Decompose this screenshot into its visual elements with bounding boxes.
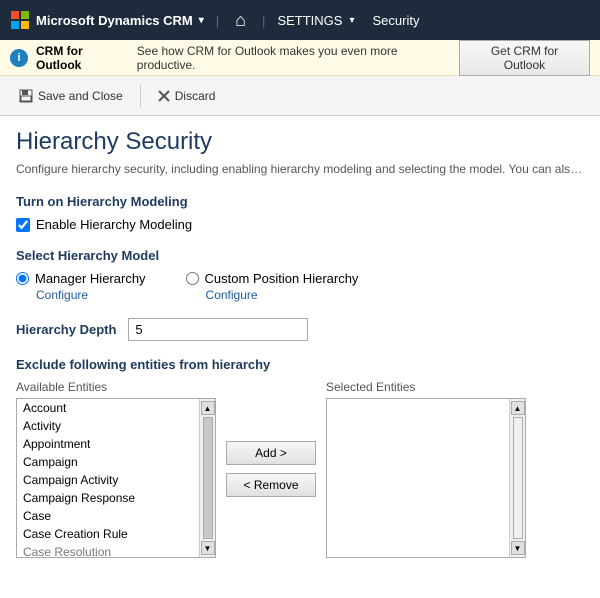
discard-button[interactable]: Discard [147,84,227,108]
selected-scrollbar[interactable]: ▲ ▼ [509,399,525,557]
selected-entities-listbox[interactable]: ▲ ▼ [326,398,526,558]
selected-entities-container: Selected Entities ▲ ▼ [326,380,526,558]
manager-hierarchy-option: Manager Hierarchy Configure [16,271,146,302]
nav-settings[interactable]: SETTINGS ▾ [277,13,354,28]
transfer-buttons: Add > < Remove [226,441,316,497]
manager-hierarchy-label[interactable]: Manager Hierarchy [35,271,146,286]
info-description: See how CRM for Outlook makes you even m… [137,44,451,72]
custom-position-configure-link[interactable]: Configure [206,288,359,302]
page-description: Configure hierarchy security, including … [16,162,584,176]
discard-label: Discard [175,89,216,103]
scroll-up-arrow[interactable]: ▲ [201,401,215,415]
custom-position-label[interactable]: Custom Position Hierarchy [205,271,359,286]
hierarchy-model-title: Select Hierarchy Model [16,248,584,263]
available-scrollbar[interactable]: ▲ ▼ [199,399,215,557]
toolbar: Save and Close Discard [0,76,600,116]
main-content: Hierarchy Security Configure hierarchy s… [0,116,600,570]
selected-scroll-up-arrow[interactable]: ▲ [511,401,525,415]
scroll-down-arrow[interactable]: ▼ [201,541,215,555]
available-entities-list: Account Activity Appointment Campaign Ca… [17,399,199,558]
list-item[interactable]: Case Creation Rule [17,525,199,543]
list-item[interactable]: Activity [17,417,199,435]
manager-hierarchy-row: Manager Hierarchy [16,271,146,286]
remove-button[interactable]: < Remove [226,473,316,497]
save-close-label: Save and Close [38,89,123,103]
nav-settings-chevron: ▾ [349,15,354,26]
list-item[interactable]: Account [17,399,199,417]
list-item[interactable]: Case Resolution [17,543,199,558]
entity-section: Exclude following entities from hierarch… [16,357,584,558]
nav-separator-2: | [262,13,265,28]
available-entities-container: Available Entities Account Activity Appo… [16,380,216,558]
nav-logo[interactable]: Microsoft Dynamics CRM ▾ [10,10,204,30]
selected-scroll-thumb [513,417,523,539]
save-close-button[interactable]: Save and Close [8,84,134,108]
nav-logo-text: Microsoft Dynamics CRM [36,13,193,28]
page-title: Hierarchy Security [16,128,584,156]
list-item[interactable]: Campaign [17,453,199,471]
top-nav: Microsoft Dynamics CRM ▾ | ⌂ | SETTINGS … [0,0,600,40]
manager-hierarchy-radio[interactable] [16,272,29,285]
hierarchy-model-radio-group: Manager Hierarchy Configure Custom Posit… [16,271,584,302]
nav-separator-1: | [216,13,219,28]
nav-home-icon[interactable]: ⌂ [231,10,250,31]
info-bar: i CRM for Outlook See how CRM for Outloo… [0,40,600,76]
toolbar-divider [140,84,141,108]
entity-section-title: Exclude following entities from hierarch… [16,357,584,372]
enable-hierarchy-checkbox[interactable] [16,218,30,232]
hierarchy-modeling-section: Turn on Hierarchy Modeling Enable Hierar… [16,194,584,232]
available-entities-listbox[interactable]: Account Activity Appointment Campaign Ca… [16,398,216,558]
hierarchy-model-section: Select Hierarchy Model Manager Hierarchy… [16,248,584,302]
ms-logo-icon [10,10,30,30]
available-entities-label: Available Entities [16,380,216,394]
custom-position-row: Custom Position Hierarchy [186,271,359,286]
hierarchy-depth-row: Hierarchy Depth [16,318,584,341]
custom-position-option: Custom Position Hierarchy Configure [186,271,359,302]
manager-hierarchy-configure-link[interactable]: Configure [36,288,146,302]
hierarchy-modeling-title: Turn on Hierarchy Modeling [16,194,584,209]
hierarchy-depth-input[interactable] [128,318,308,341]
selected-entities-label: Selected Entities [326,380,526,394]
info-app-name: CRM for Outlook [36,44,129,72]
discard-icon [158,90,170,102]
nav-settings-label: SETTINGS [277,13,342,28]
list-item[interactable]: Campaign Activity [17,471,199,489]
save-close-icon [19,89,33,103]
selected-scroll-down-arrow[interactable]: ▼ [511,541,525,555]
list-item[interactable]: Campaign Response [17,489,199,507]
nav-security-label: Security [372,13,419,28]
enable-hierarchy-label[interactable]: Enable Hierarchy Modeling [36,217,192,232]
list-item[interactable]: Appointment [17,435,199,453]
nav-logo-chevron: ▾ [199,15,204,26]
custom-position-radio[interactable] [186,272,199,285]
get-crm-button[interactable]: Get CRM for Outlook [459,40,590,76]
hierarchy-depth-label: Hierarchy Depth [16,322,116,337]
scroll-thumb [203,417,213,539]
info-icon: i [10,49,28,67]
add-button[interactable]: Add > [226,441,316,465]
entity-lists: Available Entities Account Activity Appo… [16,380,584,558]
enable-hierarchy-row: Enable Hierarchy Modeling [16,217,584,232]
list-item[interactable]: Case [17,507,199,525]
